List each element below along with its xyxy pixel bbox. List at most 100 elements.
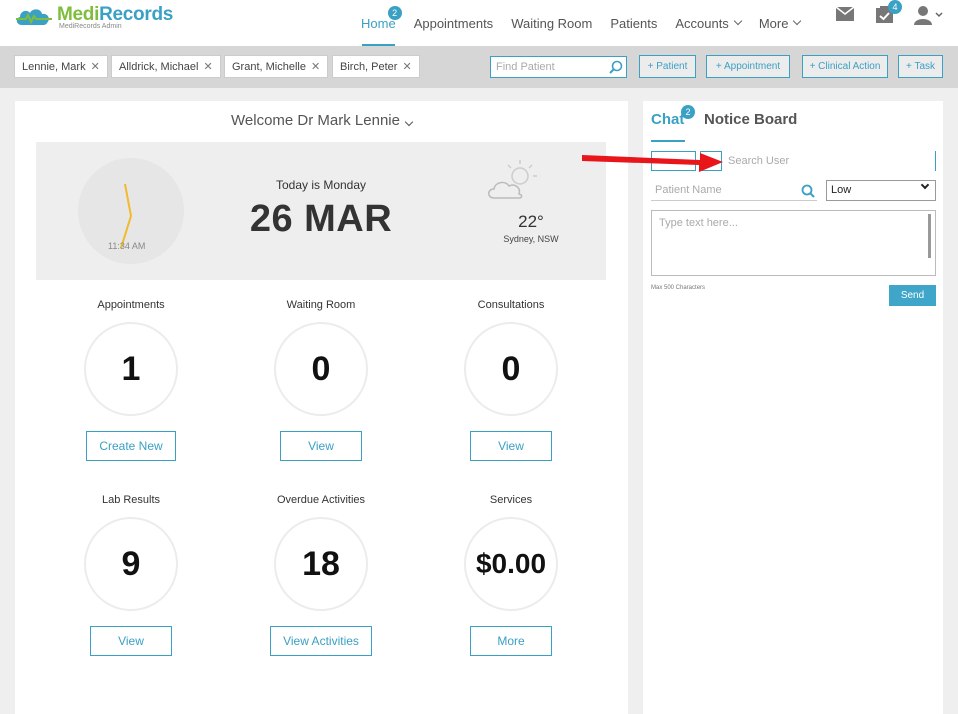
find-patient-placeholder: Find Patient <box>496 61 555 73</box>
stat-label: Lab Results <box>101 494 161 506</box>
view-waiting-room-button[interactable]: View <box>280 431 362 461</box>
stat-consultations: Consultations 0 View <box>416 299 606 461</box>
today-label: Today is Monday <box>275 178 367 192</box>
chevron-down-icon <box>733 16 743 26</box>
stat-value: $0.00 <box>464 517 558 611</box>
stat-waiting-room: Waiting Room 0 View <box>226 299 416 461</box>
patient-name-input[interactable]: Patient Name <box>651 181 817 201</box>
nav-appointments[interactable]: Appointments <box>405 0 503 46</box>
priority-select[interactable]: Low <box>826 180 936 201</box>
welcome-text: Welcome Dr Mark Lennie <box>231 112 400 129</box>
more-services-button[interactable]: More <box>470 626 552 656</box>
create-new-appointment-button[interactable]: Create New <box>86 431 176 461</box>
weather-location: Sydney, NSW <box>503 234 559 244</box>
stat-lab-results: Lab Results 9 View <box>36 494 226 656</box>
temperature: 22° <box>518 212 544 231</box>
chat-panel: Chat 2 Notice Board Search User Patient … <box>643 101 943 714</box>
stat-label: Consultations <box>477 299 545 311</box>
find-patient-input[interactable]: Find Patient <box>490 56 627 78</box>
search-icon[interactable] <box>801 184 815 201</box>
add-task-button[interactable]: + Task <box>898 55 943 78</box>
stat-label: Overdue Activities <box>276 494 366 506</box>
mail-icon[interactable] <box>835 6 855 26</box>
top-navbar: MediRecords MediRecords Admin Home 2 App… <box>0 0 958 46</box>
stat-services: Services $0.00 More <box>416 494 606 656</box>
stat-value: 1 <box>84 322 178 416</box>
search-icon[interactable] <box>609 60 623 77</box>
view-consultations-button[interactable]: View <box>470 431 552 461</box>
nav-accounts[interactable]: Accounts <box>666 0 749 46</box>
tasks-icon[interactable]: 4 <box>876 0 902 29</box>
view-activities-button[interactable]: View Activities <box>270 626 372 656</box>
red-arrow-icon <box>582 153 723 172</box>
add-clinical-action-button[interactable]: + Clinical Action <box>802 55 888 78</box>
welcome-header[interactable]: Welcome Dr Mark Lennie <box>15 112 628 129</box>
stat-value: 9 <box>84 517 178 611</box>
clock-time: 11:34 AM <box>108 241 146 251</box>
stat-label: Waiting Room <box>286 299 356 311</box>
message-placeholder: Type text here... <box>659 217 738 229</box>
close-icon[interactable]: ✕ <box>203 60 212 73</box>
nav-patients-label: Patients <box>610 15 658 31</box>
chevron-down-icon <box>404 117 414 127</box>
stat-label: Appointments <box>97 299 165 311</box>
brand-name-part1: Medi <box>57 4 100 25</box>
tab-chat[interactable]: Chat <box>651 111 684 128</box>
chevron-down-icon <box>920 180 930 190</box>
patient-name-placeholder: Patient Name <box>655 184 722 196</box>
active-tab-indicator <box>651 140 685 142</box>
send-button[interactable]: Send <box>889 285 936 306</box>
nav-patients[interactable]: Patients <box>601 0 666 46</box>
stat-value: 0 <box>274 322 368 416</box>
nav-more[interactable]: More <box>750 0 810 46</box>
search-user-placeholder: Search User <box>728 155 790 167</box>
textarea-scrollbar[interactable] <box>928 214 931 258</box>
view-lab-results-button[interactable]: View <box>90 626 172 656</box>
chat-badge: 2 <box>681 105 695 119</box>
patient-tab-label: Birch, Peter <box>340 60 398 73</box>
stat-value: 18 <box>274 517 368 611</box>
nav-accounts-label: Accounts <box>675 15 729 31</box>
patient-tab-label: Grant, Michelle <box>232 60 306 73</box>
patient-tab-label: Alldrick, Michael <box>119 60 199 73</box>
nav-appointments-label: Appointments <box>413 15 494 31</box>
patient-tab[interactable]: Alldrick, Michael ✕ <box>111 55 221 78</box>
patient-tab[interactable]: Lennie, Mark ✕ <box>14 55 108 78</box>
stat-value: 0 <box>464 322 558 416</box>
current-date: 26 MAR <box>249 198 393 240</box>
priority-value: Low <box>831 184 852 196</box>
chevron-down-icon <box>793 16 802 26</box>
nav-more-label: More <box>758 15 789 31</box>
main-nav: Home 2 Appointments Waiting Room Patient… <box>352 0 809 46</box>
close-icon[interactable]: ✕ <box>311 60 320 73</box>
analog-clock: 11:34 AM <box>78 158 184 264</box>
patient-tab-label: Lennie, Mark <box>22 60 86 73</box>
today-summary: 11:34 AM Today is Monday 26 MAR 22° Sydn… <box>36 142 606 280</box>
brand-name-part2: Records <box>99 4 174 25</box>
patient-tab[interactable]: Birch, Peter ✕ <box>332 55 420 78</box>
tab-notice-board[interactable]: Notice Board <box>704 111 797 128</box>
user-menu[interactable] <box>914 5 944 30</box>
patient-tab-bar: Lennie, Mark ✕ Alldrick, Michael ✕ Grant, … <box>0 46 958 88</box>
stat-overdue-activities: Overdue Activities 18 View Activities <box>226 494 416 656</box>
dashboard-panel: Welcome Dr Mark Lennie 11:34 AM Today is… <box>15 101 628 714</box>
search-user-input[interactable]: Search User <box>726 151 936 171</box>
nav-home[interactable]: Home 2 <box>352 0 405 46</box>
medirecords-logo[interactable]: MediRecords MediRecords Admin <box>14 5 173 30</box>
add-appointment-button[interactable]: + Appointment <box>706 55 790 78</box>
max-characters-hint: Max 500 Characters <box>651 285 706 291</box>
weather-widget: 22° Sydney, NSW <box>476 156 586 266</box>
message-textarea[interactable]: Type text here... <box>651 210 936 276</box>
patient-tab[interactable]: Grant, Michelle ✕ <box>224 55 329 78</box>
stat-label: Services <box>489 494 533 506</box>
partly-cloudy-icon <box>488 160 537 199</box>
close-icon[interactable]: ✕ <box>91 60 100 73</box>
nav-waiting-room-label: Waiting Room <box>511 15 593 31</box>
stat-appointments: Appointments 1 Create New <box>36 299 226 461</box>
close-icon[interactable]: ✕ <box>402 60 411 73</box>
tasks-badge: 4 <box>888 0 902 14</box>
cloud-logo-icon <box>14 5 54 27</box>
nav-waiting-room[interactable]: Waiting Room <box>502 0 601 46</box>
home-badge: 2 <box>387 6 402 20</box>
add-patient-button[interactable]: + Patient <box>639 55 696 78</box>
